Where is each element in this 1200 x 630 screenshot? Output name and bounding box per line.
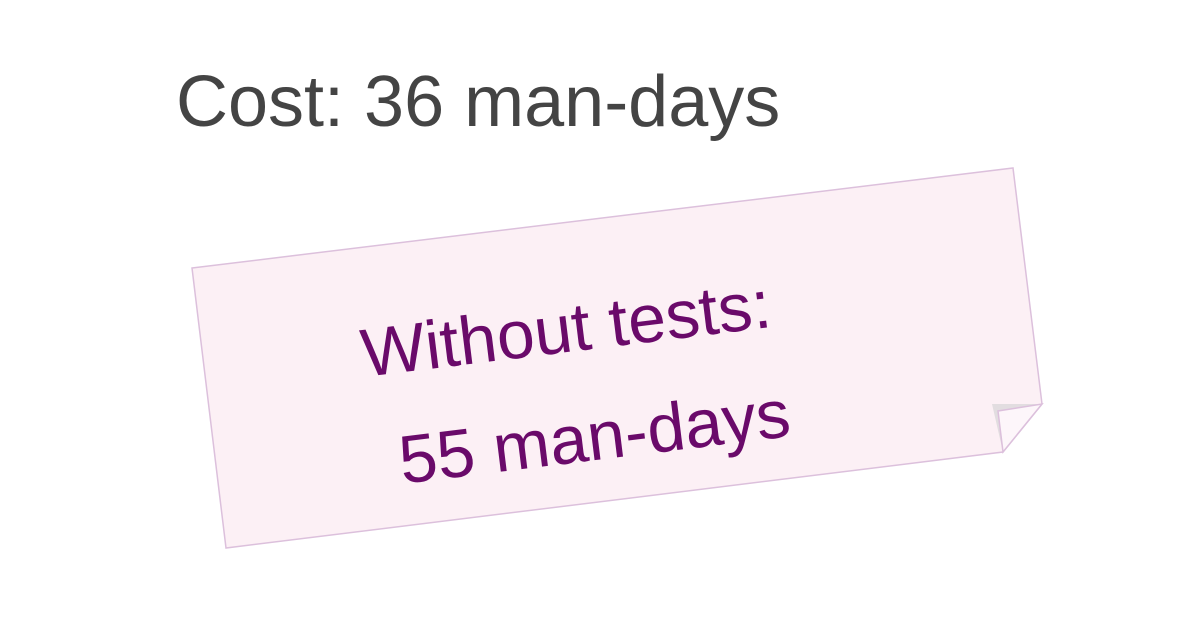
note-line-without-tests: Without tests:: [356, 266, 776, 392]
note-line-man-days: 55 man-days: [394, 375, 795, 499]
